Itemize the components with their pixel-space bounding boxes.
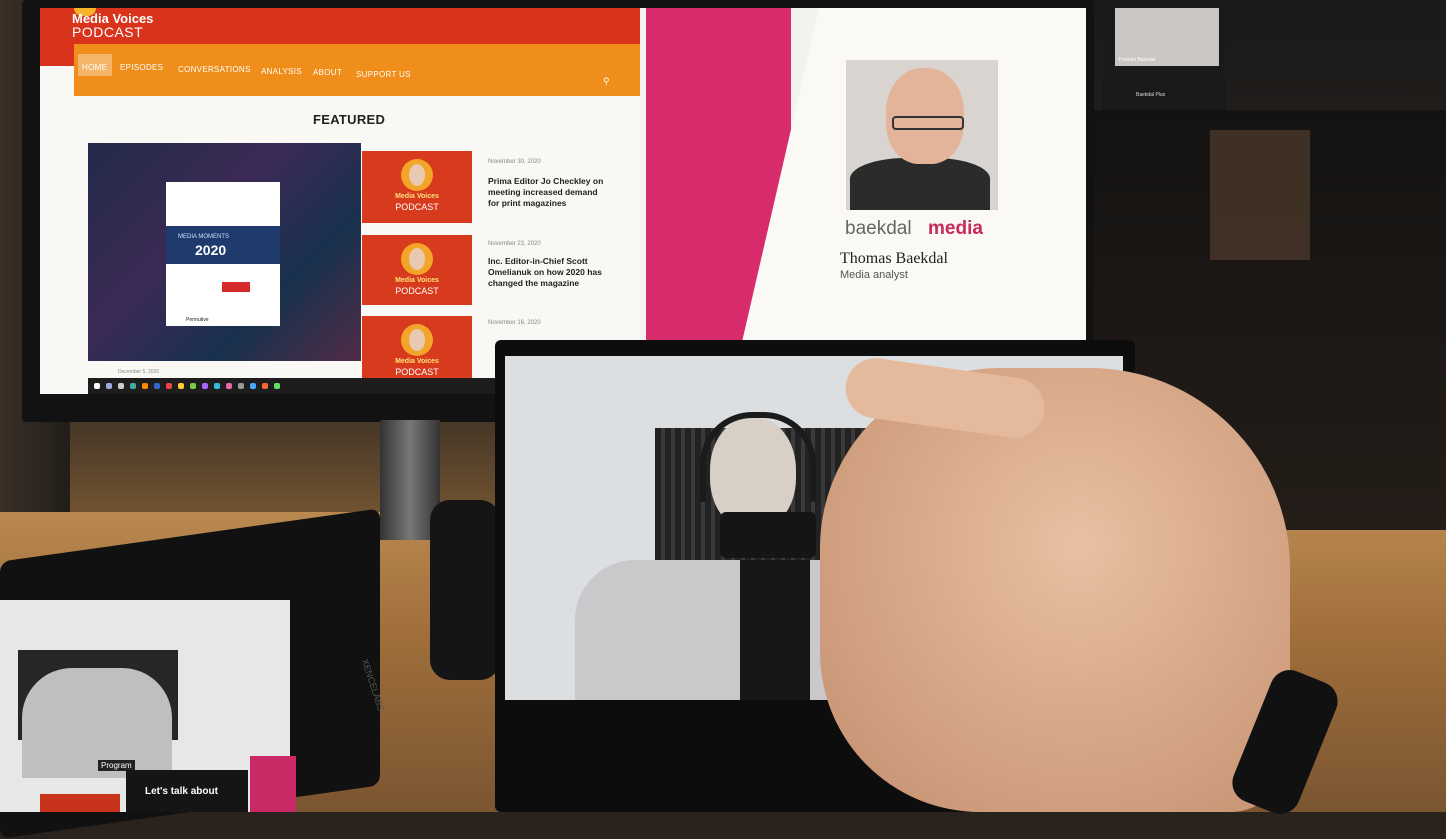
thumb-podcast: PODCAST bbox=[395, 202, 439, 212]
start-icon[interactable] bbox=[94, 383, 100, 389]
cover-date: December 5, 2020 bbox=[118, 369, 160, 375]
windows-taskbar bbox=[88, 378, 508, 394]
tablet-pink-card bbox=[250, 756, 296, 812]
app-icon[interactable] bbox=[262, 383, 268, 389]
app-icon[interactable] bbox=[202, 383, 208, 389]
app-icon[interactable] bbox=[214, 383, 220, 389]
person-role: Media analyst bbox=[840, 269, 908, 281]
nav-episodes[interactable]: EPISODES bbox=[120, 63, 163, 72]
featured-heading: FEATURED bbox=[313, 112, 386, 127]
app-icon[interactable] bbox=[226, 383, 232, 389]
phone bbox=[720, 512, 816, 558]
tablet-headline: Let's talk about bbox=[145, 786, 218, 797]
nav-home[interactable]: HOME bbox=[82, 63, 107, 72]
tablet-red-block bbox=[40, 794, 120, 812]
black-shirt bbox=[740, 560, 810, 700]
tablet-video-person bbox=[22, 668, 172, 778]
episode-thumbnail[interactable]: Media Voices PODCAST bbox=[362, 316, 472, 386]
thumb-brand: Media Voices bbox=[395, 193, 439, 200]
brand-media: media bbox=[928, 218, 983, 239]
thumb-podcast: PODCAST bbox=[395, 286, 439, 296]
app-icon[interactable] bbox=[130, 383, 136, 389]
podcast-website: Media Voices PODCAST HOME EPISODES CONVE… bbox=[40, 8, 640, 394]
nav-conversations[interactable]: CONVERSATIONS bbox=[178, 65, 251, 74]
app-icon[interactable] bbox=[250, 383, 256, 389]
guest-avatar bbox=[401, 324, 433, 356]
cable bbox=[430, 500, 500, 680]
app-icon[interactable] bbox=[178, 383, 184, 389]
headset-icon bbox=[700, 412, 816, 502]
cover-sponsor: Permutive bbox=[186, 317, 209, 323]
app-icon[interactable] bbox=[274, 383, 280, 389]
guest-avatar bbox=[401, 243, 433, 275]
search-icon[interactable]: ⚲ bbox=[603, 76, 610, 87]
site-nav: HOME EPISODES CONVERSATIONS ANALYSIS ABO… bbox=[74, 44, 640, 96]
post-title[interactable]: Prima Editor Jo Checkley on meeting incr… bbox=[488, 176, 608, 209]
guest-avatar bbox=[401, 159, 433, 191]
nav-about[interactable]: ABOUT bbox=[313, 68, 342, 77]
app-icon[interactable] bbox=[190, 383, 196, 389]
participant-name: Thomas Baekdal bbox=[1118, 57, 1156, 63]
nav-analysis[interactable]: ANALYSIS bbox=[261, 67, 302, 76]
background-shelf bbox=[1210, 130, 1310, 260]
episode-thumbnail[interactable]: Media Voices PODCAST bbox=[362, 235, 472, 305]
glasses-icon bbox=[892, 116, 964, 130]
post-date: November 23, 2020 bbox=[488, 241, 541, 247]
cover-year: 2020 bbox=[195, 242, 227, 258]
post-date: November 16, 2020 bbox=[488, 320, 541, 326]
post-title[interactable]: Inc. Editor-in-Chief Scott Omelianuk on … bbox=[488, 256, 608, 289]
app-icon[interactable] bbox=[166, 383, 172, 389]
task-view-icon[interactable] bbox=[118, 383, 124, 389]
app-icon[interactable] bbox=[142, 383, 148, 389]
hand bbox=[820, 368, 1290, 812]
nav-support-us[interactable]: SUPPORT US bbox=[356, 70, 411, 79]
thumb-brand: Media Voices bbox=[395, 277, 439, 284]
cover-subtitle: MEDIA MOMENTS bbox=[178, 234, 230, 240]
app-icon[interactable] bbox=[238, 383, 244, 389]
brand-baekdal: baekdal bbox=[845, 218, 912, 239]
portrait-shoulders bbox=[850, 158, 990, 210]
cover-logo-icon bbox=[222, 282, 250, 292]
post-date: November 30, 2020 bbox=[488, 159, 541, 165]
thumb-podcast: PODCAST bbox=[395, 367, 439, 377]
window-label: Baekdal Plus bbox=[1136, 92, 1166, 98]
thumb-brand: Media Voices bbox=[395, 358, 439, 365]
person-name: Thomas Baekdal bbox=[840, 250, 948, 267]
search-taskbar-icon[interactable] bbox=[106, 383, 112, 389]
monitor-screen: Media Voices PODCAST HOME EPISODES CONVE… bbox=[40, 8, 1086, 394]
episode-thumbnail[interactable]: Media Voices PODCAST bbox=[362, 151, 472, 223]
app-icon[interactable] bbox=[154, 383, 160, 389]
brand-subtitle[interactable]: PODCAST bbox=[72, 24, 143, 40]
